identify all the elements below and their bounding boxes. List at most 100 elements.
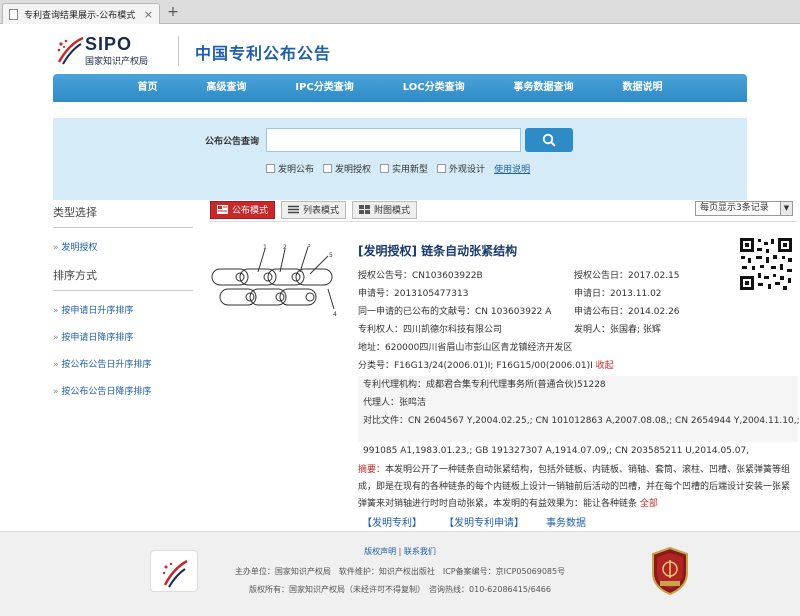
- main-content: 公布模式 列表模式 附图模式 每页显示3条记录 ▼ 1 2 3 5 4 [发明授…: [210, 200, 800, 529]
- sort-heading: 排序方式: [53, 267, 193, 291]
- patent-record: 12354 [发明授权] 链条自动张紧结构 授权公告号：CN103603922B…: [210, 236, 800, 529]
- sipo-star-icon: [57, 36, 84, 65]
- collapse-link[interactable]: 收起: [596, 361, 614, 371]
- per-page-select[interactable]: 每页显示3条记录 ▼: [695, 201, 793, 216]
- sidebar: 类型选择 发明授权 排序方式 按申请日升序排序 按申请日降序排序 按公布公告日升…: [53, 204, 193, 411]
- abstract-more-link[interactable]: 全部: [640, 499, 658, 509]
- shield-badge-icon[interactable]: [651, 547, 689, 595]
- class-no-row: 分类号：F16G13/24(2006.01)I; F16G15/00(2006.…: [358, 358, 614, 371]
- record-links: 【发明专利】 【发明专利申请】 事务数据: [362, 514, 586, 529]
- tab-close-icon[interactable]: ×: [144, 8, 153, 21]
- nav-data-description[interactable]: 数据说明: [622, 74, 662, 102]
- nav-home[interactable]: 首页: [137, 74, 157, 102]
- browser-tabbar: 专利查询结果展示-公布模式 × +: [0, 0, 800, 24]
- site-header: SIPO 国家知识产权局 中国专利公布公告: [0, 24, 800, 74]
- opt-label: 发明公布: [278, 165, 315, 175]
- pub-date: 授权公告日：2017.02.15: [574, 271, 680, 281]
- contact-link[interactable]: 联系我们: [404, 547, 436, 556]
- app-date: 申请日：2013.11.02: [574, 289, 662, 299]
- svg-text:2: 2: [283, 244, 287, 251]
- search-panel: 公布公告查询 发明公布 发明授权 实用新型 外观设计 使用说明: [53, 118, 747, 200]
- record-title[interactable]: [发明授权] 链条自动张紧结构: [358, 242, 517, 259]
- refs-line-1: 对比文件：CN 2604567 Y,2004.02.25,; CN 101012…: [363, 416, 800, 426]
- chevron-down-icon: ▼: [780, 202, 792, 215]
- chain-drawing-thumbnail[interactable]: 1 2 3 5 4: [210, 244, 342, 319]
- abstract: 摘要：本发明公开了一种链条自动张紧结构，包括外链板、内链板、销轴、套筒、滚柱、凹…: [358, 462, 798, 513]
- sort-pub-date-desc[interactable]: 按公布公告日降序排序: [53, 384, 193, 397]
- mode-publication[interactable]: 公布模式: [210, 200, 276, 219]
- header-divider: [178, 36, 179, 66]
- mode-label: 公布模式: [232, 206, 269, 216]
- address: 地址：620000四川省眉山市彭山区青龙镇经济开发区: [358, 343, 573, 353]
- opt-label: 发明授权: [335, 165, 372, 175]
- browser-tab[interactable]: 专利查询结果展示-公布模式 ×: [2, 3, 160, 24]
- abstract-label: 摘要：: [358, 465, 386, 475]
- site-title: 中国专利公布公告: [195, 44, 332, 63]
- usage-help-link[interactable]: 使用说明: [494, 162, 530, 175]
- publication-mode-icon: [217, 205, 228, 214]
- nav-transaction-search[interactable]: 事务数据查询: [514, 74, 574, 102]
- site-footer: 版权声明 | 联系我们 主办单位：国家知识产权局 软件维护：知识产权出版社 IC…: [0, 531, 800, 616]
- opt-design[interactable]: 外观设计: [437, 162, 485, 175]
- link-transaction-data[interactable]: 事务数据: [546, 514, 586, 529]
- view-modes: 公布模式 列表模式 附图模式 每页显示3条记录 ▼: [210, 200, 797, 222]
- opt-invention-grant[interactable]: 发明授权: [323, 162, 371, 175]
- checkbox[interactable]: [437, 164, 447, 173]
- logo-cn-text: 国家知识产权局: [85, 57, 149, 67]
- search-button[interactable]: [525, 128, 573, 152]
- same-app-doc: 同一申请的已公布的文献号：CN 103603922 A: [358, 307, 552, 317]
- mode-figure[interactable]: 附图模式: [352, 200, 418, 219]
- pub-no: 授权公告号：CN103603922B: [358, 271, 483, 281]
- page-icon: [9, 8, 18, 20]
- per-page-value: 每页显示3条记录: [700, 203, 769, 213]
- refs-line-2: 991085 A1,1983.01.23,; GB 191327307 A,19…: [363, 446, 750, 456]
- abstract-text: 本发明公开了一种链条自动张紧结构，包括外链板、内链板、销轴、套筒、滚柱、凹槽、张…: [358, 465, 791, 509]
- qr-code-icon: [738, 236, 794, 292]
- svg-text:5: 5: [329, 252, 333, 259]
- opt-label: 实用新型: [392, 165, 429, 175]
- logo-text: SIPO: [85, 34, 133, 54]
- class-no: 分类号：F16G13/24(2006.01)I; F16G15/00(2006.…: [358, 361, 593, 371]
- agent: 代理人：张鸣洁: [363, 398, 427, 408]
- svg-text:3: 3: [307, 244, 311, 249]
- main-nav: 首页 高级查询 IPC分类查询 LOC分类查询 事务数据查询 数据说明: [53, 74, 747, 102]
- mode-label: 附图模式: [374, 206, 411, 216]
- nav-loc-search[interactable]: LOC分类查询: [403, 74, 465, 102]
- detail-box: 专利代理机构：成都君合集专利代理事务所(普通合伙)51228 代理人：张鸣洁 对…: [358, 376, 800, 442]
- agency: 专利代理机构：成都君合集专利代理事务所(普通合伙)51228: [363, 380, 606, 390]
- inventor: 发明人：张国春; 张辉: [574, 325, 661, 335]
- search-input[interactable]: [266, 128, 521, 152]
- sort-app-date-asc[interactable]: 按申请日升序排序: [53, 303, 193, 316]
- sort-pub-date-asc[interactable]: 按公布公告日升序排序: [53, 357, 193, 370]
- checkbox[interactable]: [323, 164, 333, 173]
- new-tab-button[interactable]: +: [164, 5, 182, 22]
- tab-title: 专利查询结果展示-公布模式: [24, 10, 136, 21]
- nav-ipc-search[interactable]: IPC分类查询: [295, 74, 353, 102]
- app-no: 申请号：2013105477313: [358, 289, 469, 299]
- sort-app-date-desc[interactable]: 按申请日降序排序: [53, 330, 193, 343]
- type-item-invention-grant[interactable]: 发明授权: [53, 240, 193, 253]
- nav-advanced-search[interactable]: 高级查询: [206, 74, 246, 102]
- copyright-link[interactable]: 版权声明: [364, 547, 396, 556]
- link-invention-application[interactable]: 【发明专利申请】: [444, 514, 524, 529]
- same-app-date: 申请公布日：2014.02.26: [574, 307, 680, 317]
- mode-list[interactable]: 列表模式: [281, 200, 347, 219]
- patentee: 专利权人：四川凯德尔科技有限公司: [358, 325, 503, 335]
- footer-sep: |: [398, 547, 402, 556]
- opt-utility-model[interactable]: 实用新型: [380, 162, 428, 175]
- search-icon: [542, 133, 556, 147]
- link-invention-patent[interactable]: 【发明专利】: [362, 514, 422, 529]
- checkbox[interactable]: [266, 164, 275, 173]
- svg-text:4: 4: [333, 311, 337, 318]
- checkbox[interactable]: [380, 164, 390, 173]
- search-label: 公布公告查询: [205, 137, 260, 147]
- type-heading: 类型选择: [53, 204, 193, 228]
- list-mode-icon: [288, 205, 300, 214]
- mode-label: 列表模式: [303, 206, 340, 216]
- sipo-logo[interactable]: SIPO 国家知识产权局: [55, 34, 175, 68]
- opt-label: 外观设计: [449, 165, 486, 175]
- svg-text:1: 1: [263, 244, 267, 251]
- opt-invention-publication[interactable]: 发明公布: [266, 162, 314, 175]
- figure-mode-icon: [359, 205, 371, 214]
- search-options: 发明公布 发明授权 实用新型 外观设计 使用说明: [266, 162, 530, 175]
